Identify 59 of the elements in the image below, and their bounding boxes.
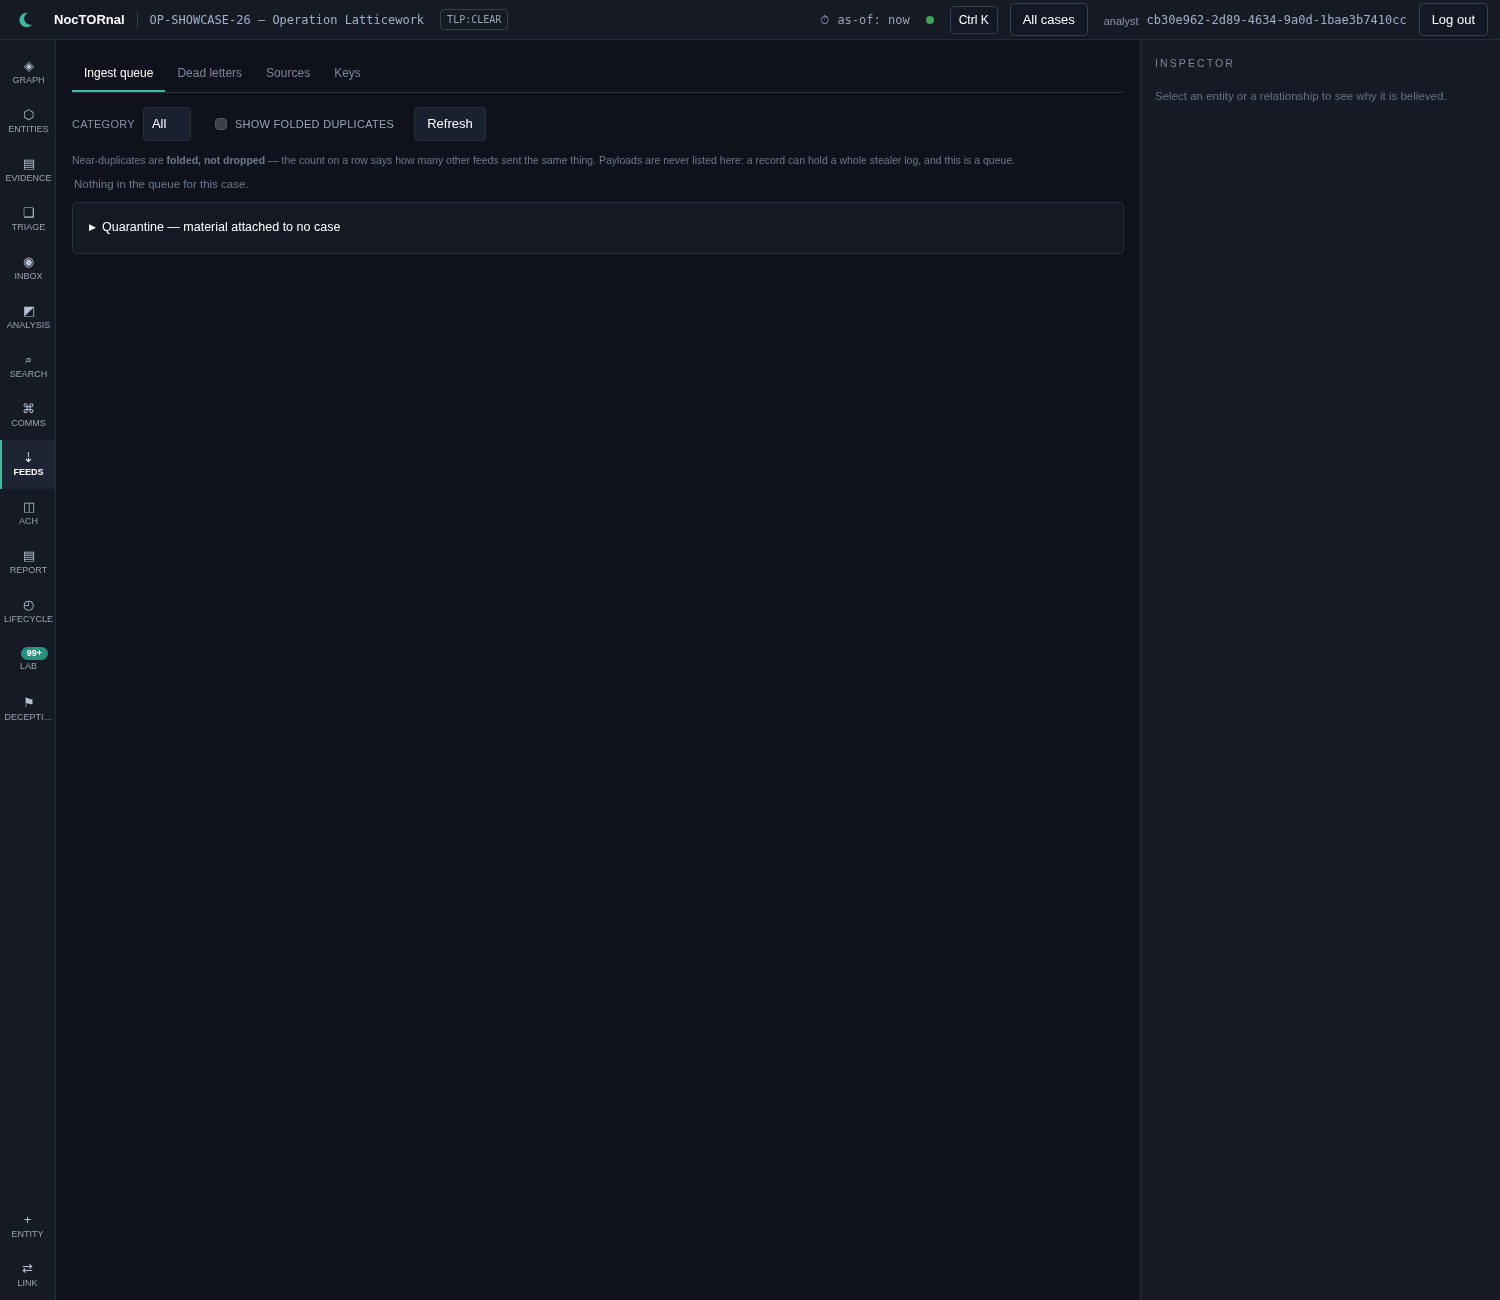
nav-item[interactable]: ▤ REPORT [0,538,55,587]
nav-icon: ⚑ [22,694,35,711]
nav-icon: ⌘ [22,400,35,417]
tab[interactable]: Sources [254,56,323,92]
empty-message: Nothing in the queue for this case. [74,177,250,193]
analyst-label: analyst [1103,14,1139,30]
logout-button[interactable]: Log out [1418,2,1488,37]
nav-item[interactable]: ◫ ACH [0,489,55,538]
case-title: OP-SHOWCASE-26 — Operation Latticework [149,11,425,29]
nav-icon: ⌕ [25,351,32,368]
category-select[interactable]: All [142,107,191,141]
nav-icon: ⬡ [23,106,34,123]
checkbox[interactable] [214,117,227,130]
inspector-title: INSPECTOR [1155,56,1236,71]
nav-item[interactable]: ◈ GRAPH [0,48,55,97]
checkbox-label: SHOW FOLDED DUPLICATES [234,116,395,132]
nav-icon: ◈ [23,57,34,74]
analyst-id: cb30e962-2d89-4634-9a0d-1bae3b7410cc [1146,11,1407,29]
nav-item[interactable]: ⇄ LINK [0,1251,55,1300]
as-of-label: as-of: now [837,11,910,29]
nav-icon: ⇄ [22,1260,33,1277]
tab[interactable]: Dead letters [165,56,255,92]
category-label: CATEGORY [72,116,135,132]
nav-item[interactable]: + ENTITY [0,1202,55,1251]
help-text: Near-duplicates are folded, not dropped — the count on a row says how many other feeds sent the same thing. Payloads are never listed here: a record can hold a whole stealer log, and this is a queue. [72,152,1017,168]
quarantine-panel[interactable]: ▶ Quarantine — material attached to no case [72,201,1124,254]
nav-item[interactable]: ⇣ FEEDS [0,440,55,489]
expand-icon: ▶ [89,220,96,235]
brand-name: NocTORnal [54,10,125,29]
tab[interactable]: Ingest queue [72,56,166,92]
nav-item[interactable]: ⬡ ENTITIES [0,97,55,146]
tlp-label: TLP:CLEAR [440,9,509,30]
nav-item[interactable]: ◩ ANALYSIS [0,293,55,342]
nav-item[interactable]: ❏ TRIAGE [0,195,55,244]
nav-item[interactable]: ⌘ COMMS [0,391,55,440]
crescent-moon-icon [16,10,34,29]
nav-icon: ▤ [22,547,35,564]
nav-icon: ◉ [23,253,34,270]
nav-item[interactable]: ⚑ DECEPTI… [0,685,55,734]
nav-icon: ◴ [23,596,34,613]
nav-item[interactable]: 99+ LAB [0,636,55,685]
timer-icon: ⏱ [820,10,830,29]
refresh-button[interactable]: Refresh [414,107,486,141]
count-badge: 99+ [20,647,49,661]
nav-icon: ⇣ [23,449,34,466]
nav-icon: ◩ [22,302,35,319]
nav-icon: ▤ [22,155,35,172]
nav-item[interactable]: ⌕ SEARCH [0,342,55,391]
command-shortcut-button[interactable]: Ctrl K [949,5,998,34]
quarantine-title: Quarantine — material attached to no case [102,219,341,237]
nav-item[interactable]: ◴ LIFECYCLE [0,587,55,636]
all-cases-button[interactable]: All cases [1009,2,1088,37]
nav-icon: ◫ [22,498,35,515]
tab[interactable]: Keys [322,56,373,92]
inspector-hint: Select an entity or a relationship to see why it is believed. [1155,88,1448,104]
nav-icon: + [23,1211,32,1228]
nav-icon: ❏ [22,204,35,221]
nav-item[interactable]: ◉ INBOX [0,244,55,293]
nav-item[interactable]: ▤ EVIDENCE [0,146,55,195]
